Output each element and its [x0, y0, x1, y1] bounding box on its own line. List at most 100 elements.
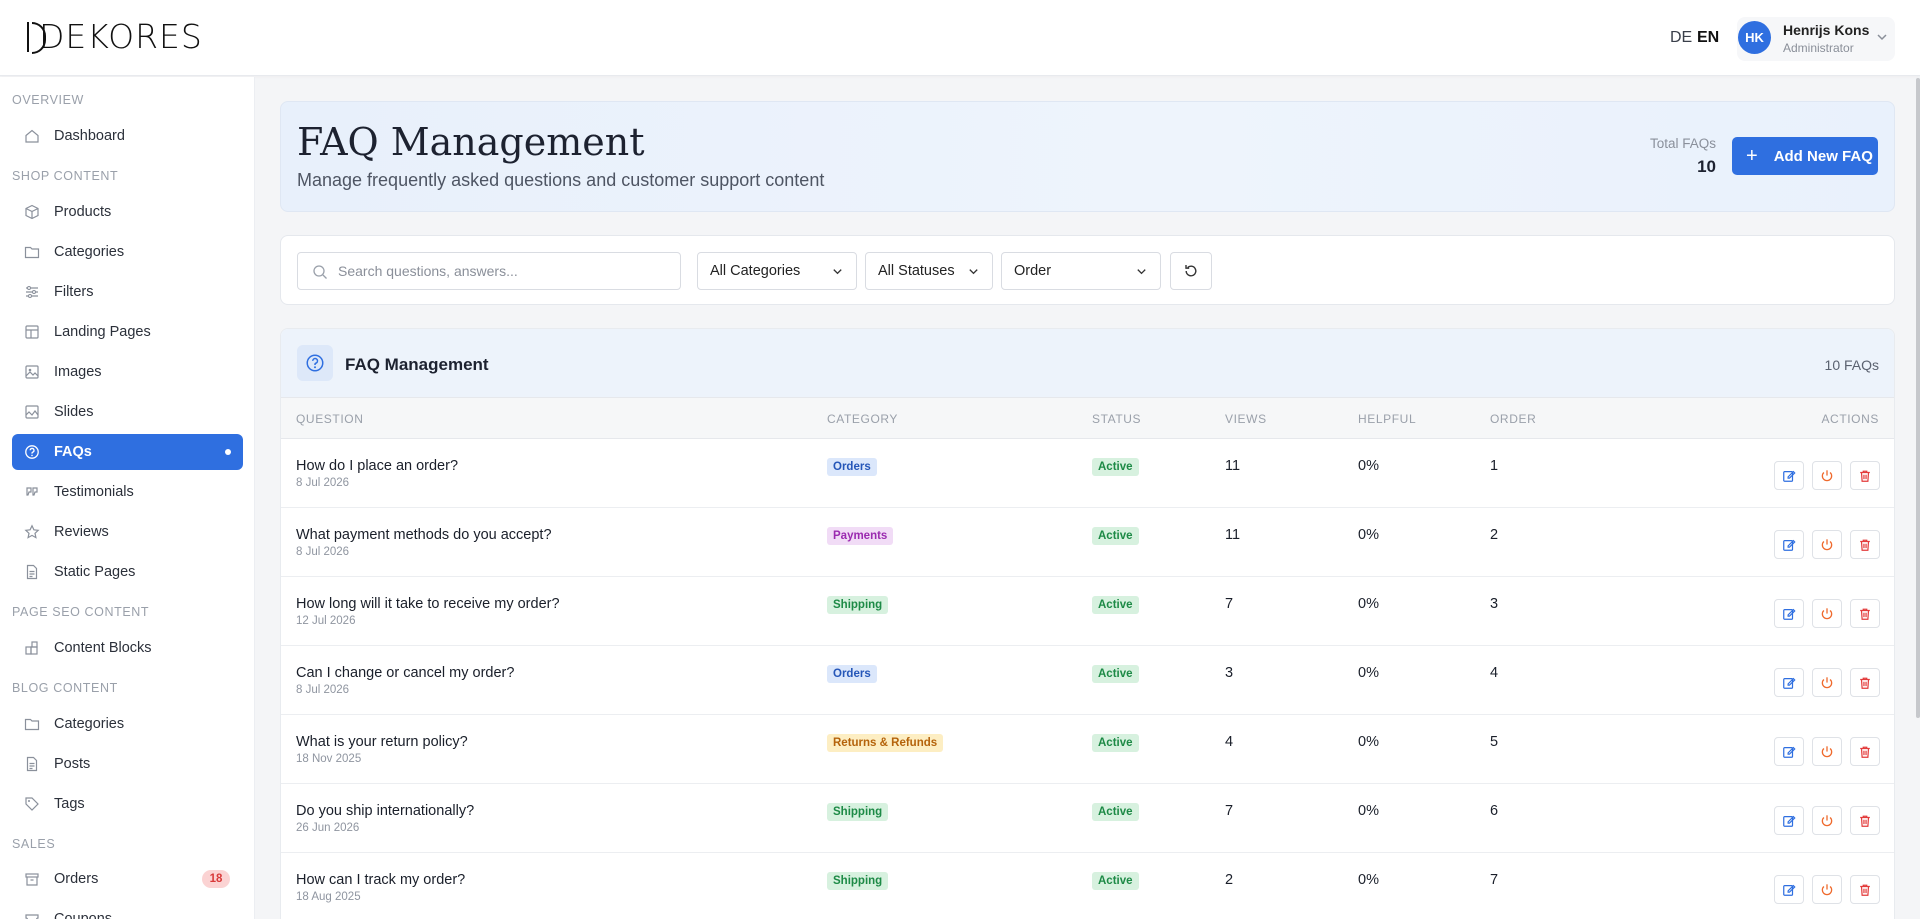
faq-helpful: 0% [1358, 734, 1379, 750]
power-icon [1820, 883, 1834, 897]
sidebar-item-label: Coupons [54, 911, 113, 919]
total-faqs-value: 10 [1697, 157, 1716, 176]
power-icon [1820, 469, 1834, 483]
column-header-category[interactable]: CATEGORY [827, 412, 898, 426]
delete-button[interactable] [1850, 599, 1880, 628]
user-name: Henrijs Kons [1783, 22, 1870, 38]
column-header-order[interactable]: ORDER [1490, 412, 1536, 426]
folder-icon [24, 246, 40, 259]
orders-count-badge: 18 [202, 870, 230, 888]
edit-button[interactable] [1774, 530, 1804, 559]
faq-question[interactable]: What payment methods do you accept? [296, 527, 552, 543]
sidebar-item-dashboard[interactable]: Dashboard [12, 118, 243, 154]
edit-icon [1782, 469, 1796, 483]
delete-button[interactable] [1850, 530, 1880, 559]
category-badge: Shipping [827, 872, 889, 890]
sidebar-item-reviews[interactable]: Reviews [12, 514, 243, 550]
edit-button[interactable] [1774, 737, 1804, 766]
status-select[interactable]: All Statuses [865, 252, 993, 290]
status-badge: Active [1092, 734, 1139, 752]
category-badge: Payments [827, 527, 894, 545]
page-scrollbar[interactable] [1916, 78, 1920, 718]
edit-button[interactable] [1774, 668, 1804, 697]
category-badge: Orders [827, 458, 877, 476]
faq-question[interactable]: How long will it take to receive my orde… [296, 596, 560, 612]
filter-bar: All Categories All Statuses Order [280, 235, 1895, 305]
faq-views: 4 [1225, 734, 1234, 750]
table-row[interactable]: Can I change or cancel my order? 8 Jul 20… [281, 646, 1894, 715]
delete-button[interactable] [1850, 875, 1880, 904]
sidebar-item-filters[interactable]: Filters [12, 274, 243, 310]
faq-order: 4 [1490, 665, 1499, 681]
toggle-status-button[interactable] [1812, 599, 1842, 628]
trash-icon [1858, 883, 1872, 897]
toggle-status-button[interactable] [1812, 737, 1842, 766]
edit-button[interactable] [1774, 599, 1804, 628]
search-input[interactable] [338, 253, 668, 289]
sidebar-item-tags[interactable]: Tags [12, 786, 243, 822]
faq-helpful: 0% [1358, 872, 1379, 888]
toggle-status-button[interactable] [1812, 668, 1842, 697]
column-header-status[interactable]: STATUS [1092, 412, 1141, 426]
edit-icon [1782, 883, 1796, 897]
sidebar-item-coupons[interactable]: Coupons [12, 901, 243, 919]
brand-logo[interactable]: DEKORES [27, 20, 203, 54]
toggle-status-button[interactable] [1812, 461, 1842, 490]
delete-button[interactable] [1850, 806, 1880, 835]
faq-helpful: 0% [1358, 665, 1379, 681]
sidebar-item-blog-categories[interactable]: Categories [12, 706, 243, 742]
trash-icon [1858, 676, 1872, 690]
sidebar-item-posts[interactable]: Posts [12, 746, 243, 782]
sidebar-item-images[interactable]: Images [12, 354, 243, 390]
faq-order: 1 [1490, 458, 1499, 474]
sidebar-item-slides[interactable]: Slides [12, 394, 243, 430]
delete-button[interactable] [1850, 737, 1880, 766]
sidebar-item-label: Posts [54, 756, 91, 772]
user-menu[interactable]: HK Henrijs Kons Administrator [1737, 17, 1895, 61]
add-new-faq-button[interactable]: + Add New FAQ [1732, 137, 1878, 175]
sidebar-item-static-pages[interactable]: Static Pages [12, 554, 243, 590]
delete-button[interactable] [1850, 668, 1880, 697]
table-row[interactable]: How long will it take to receive my orde… [281, 577, 1894, 646]
delete-button[interactable] [1850, 461, 1880, 490]
sidebar-item-testimonials[interactable]: Testimonials [12, 474, 243, 510]
toggle-status-button[interactable] [1812, 875, 1842, 904]
faq-question[interactable]: How can I track my order? [296, 872, 465, 888]
faq-views: 11 [1225, 527, 1241, 543]
faq-question[interactable]: Do you ship internationally? [296, 803, 474, 819]
edit-button[interactable] [1774, 806, 1804, 835]
reset-filters-button[interactable] [1170, 252, 1212, 290]
sidebar-item-categories[interactable]: Categories [12, 234, 243, 270]
column-header-actions: ACTIONS [1821, 412, 1879, 426]
table-row[interactable]: What is your return policy? 18 Nov 2025 Re… [281, 715, 1894, 784]
language-de[interactable]: DE [1670, 29, 1692, 47]
file-text-icon [26, 564, 38, 580]
edit-button[interactable] [1774, 875, 1804, 904]
sort-select[interactable]: Order [1001, 252, 1161, 290]
faq-question[interactable]: Can I change or cancel my order? [296, 665, 514, 681]
toggle-status-button[interactable] [1812, 530, 1842, 559]
table-row[interactable]: How can I track my order? 18 Aug 2025 Ship… [281, 853, 1894, 919]
sidebar-item-products[interactable]: Products [12, 194, 243, 230]
sidebar-item-orders[interactable]: Orders 18 [12, 861, 243, 897]
sidebar-item-faqs[interactable]: FAQs [12, 434, 243, 470]
status-badge: Active [1092, 596, 1139, 614]
sidebar-item-landing-pages[interactable]: Landing Pages [12, 314, 243, 350]
faq-date: 8 Jul 2026 [296, 546, 350, 558]
toggle-status-button[interactable] [1812, 806, 1842, 835]
sidebar-item-label: Tags [54, 796, 85, 812]
edit-button[interactable] [1774, 461, 1804, 490]
language-en[interactable]: EN [1697, 29, 1719, 47]
sidebar-item-content-blocks[interactable]: Content Blocks [12, 630, 243, 666]
table-row[interactable]: Do you ship internationally? 26 Jun 2026 S… [281, 784, 1894, 853]
search-box[interactable] [297, 252, 681, 290]
column-header-views[interactable]: VIEWS [1225, 412, 1267, 426]
column-header-helpful[interactable]: HELPFUL [1358, 412, 1416, 426]
table-row[interactable]: What payment methods do you accept? 8 Jul… [281, 508, 1894, 577]
category-select[interactable]: All Categories [697, 252, 857, 290]
faq-question[interactable]: What is your return policy? [296, 734, 468, 750]
faq-question[interactable]: How do I place an order? [296, 458, 458, 474]
sidebar-item-label: Categories [54, 244, 125, 260]
column-header-question[interactable]: QUESTION [296, 412, 363, 426]
table-row[interactable]: How do I place an order? 8 Jul 2026 Orders… [281, 439, 1894, 508]
